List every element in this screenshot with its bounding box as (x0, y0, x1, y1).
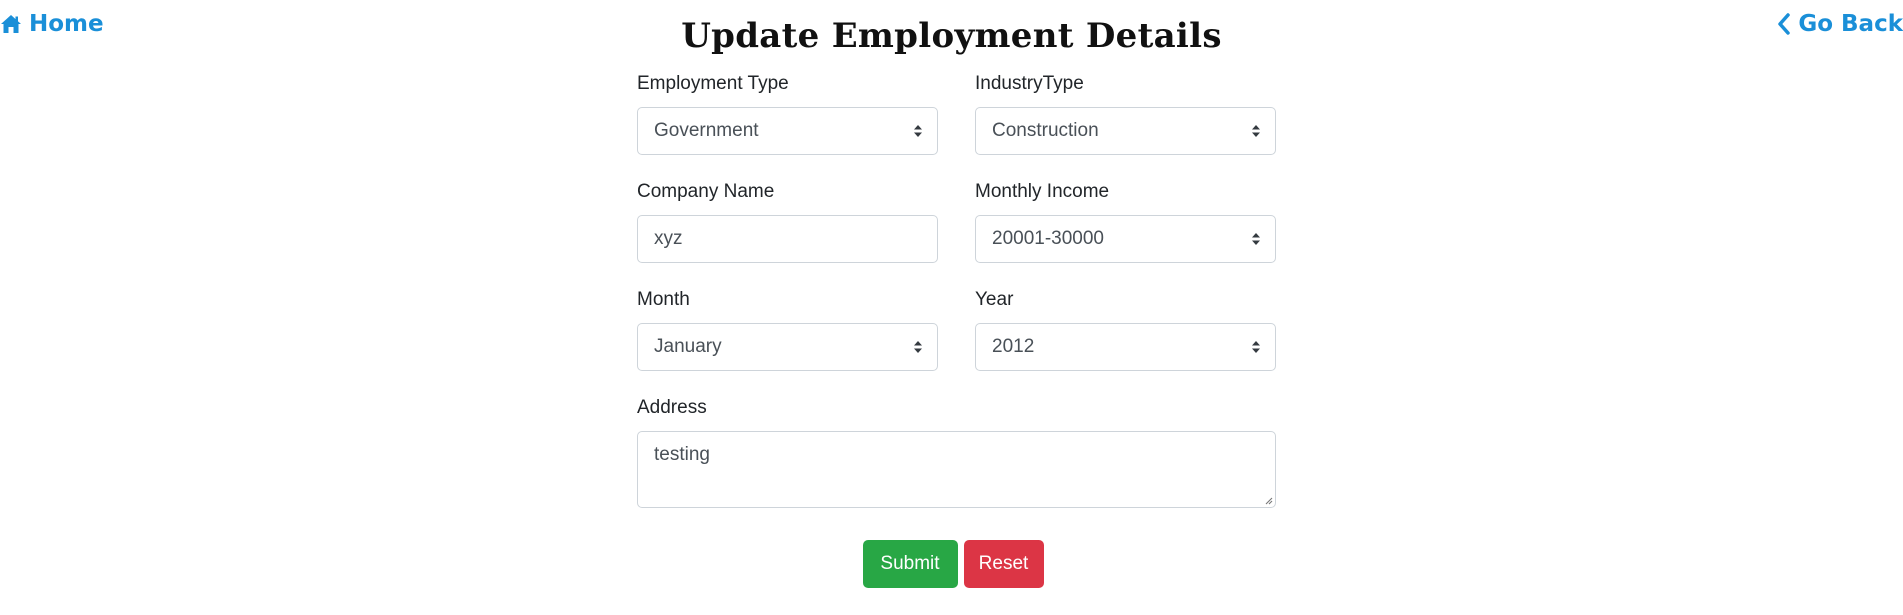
year-group: Year 2012 (975, 287, 1276, 395)
page: Home Update Employment Details Go Back E… (0, 0, 1903, 615)
address-value: testing (654, 444, 710, 465)
industry-type-select[interactable]: Construction (975, 107, 1276, 155)
employment-form: Employment Type Government IndustryType … (637, 71, 1276, 508)
resize-grip-icon[interactable] (1263, 495, 1273, 505)
employment-type-value: Government (654, 120, 759, 141)
address-group: Address testing (637, 395, 1276, 508)
monthly-income-select[interactable]: 20001-30000 (975, 215, 1276, 263)
company-name-value: xyz (654, 228, 683, 249)
year-label: Year (975, 289, 1014, 310)
company-name-group: Company Name xyz (637, 179, 938, 287)
employment-type-group: Employment Type Government (637, 71, 938, 179)
employment-type-label: Employment Type (637, 73, 789, 94)
reset-button[interactable]: Reset (963, 540, 1044, 588)
go-back-link[interactable]: Go Back (1777, 11, 1903, 37)
employment-type-select[interactable]: Government (637, 107, 938, 155)
page-title: Update Employment Details (681, 16, 1222, 56)
monthly-income-label: Monthly Income (975, 181, 1110, 202)
select-arrows-icon (914, 341, 922, 353)
industry-type-group: IndustryType Construction (975, 71, 1276, 179)
month-group: Month January (637, 287, 938, 395)
company-name-label: Company Name (637, 181, 775, 202)
month-label: Month (637, 289, 690, 310)
month-select[interactable]: January (637, 323, 938, 371)
industry-type-label: IndustryType (975, 73, 1084, 94)
industry-type-value: Construction (992, 120, 1099, 141)
year-select[interactable]: 2012 (975, 323, 1276, 371)
monthly-income-value: 20001-30000 (992, 228, 1104, 249)
form-row-3: Month January Year 2012 (637, 287, 1276, 395)
form-row-2: Company Name xyz Monthly Income 20001-30… (637, 179, 1276, 287)
company-name-input[interactable]: xyz (637, 215, 938, 263)
address-label: Address (637, 397, 707, 418)
chevron-left-icon (1777, 13, 1791, 35)
go-back-label: Go Back (1798, 11, 1903, 37)
form-actions: Submit Reset (0, 540, 1903, 588)
address-textarea[interactable]: testing (637, 431, 1276, 508)
select-arrows-icon (914, 125, 922, 137)
select-arrows-icon (1252, 125, 1260, 137)
select-arrows-icon (1252, 341, 1260, 353)
form-row-1: Employment Type Government IndustryType … (637, 71, 1276, 179)
year-value: 2012 (992, 336, 1035, 357)
month-value: January (654, 336, 722, 357)
submit-button[interactable]: Submit (862, 540, 958, 588)
monthly-income-group: Monthly Income 20001-30000 (975, 179, 1276, 287)
select-arrows-icon (1252, 233, 1260, 245)
